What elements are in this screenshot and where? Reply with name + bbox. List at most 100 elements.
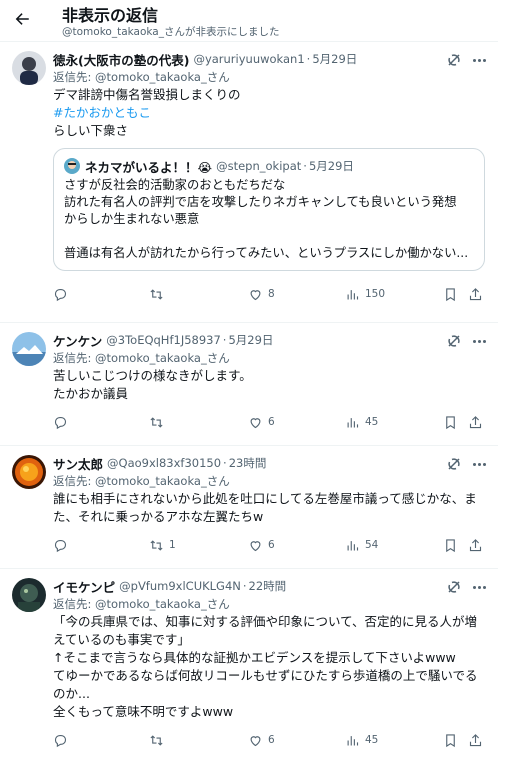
grok-icon[interactable]	[446, 579, 462, 595]
avatar[interactable]	[12, 51, 46, 85]
tweet-text-line: えているのも事実です」	[53, 632, 190, 647]
tweet-text-line: 誰にも相手にされないから此処を吐口にしてる左巻屋市議って感じかな、ま	[53, 491, 477, 506]
quote-date: 5月29日	[308, 159, 354, 173]
tweet[interactable]: イモケンピ @pVfum9xlCUKLG4N · 22時間 返信先: @tomo…	[0, 568, 498, 763]
views-icon	[347, 417, 359, 427]
retweet-button[interactable]	[149, 287, 169, 302]
avatar[interactable]	[12, 332, 46, 366]
quote-text-line: さすが反社会的活動家のおともだちだな	[64, 178, 286, 192]
heart-icon	[250, 417, 261, 428]
more-options-icon[interactable]	[470, 333, 488, 349]
views-icon	[347, 540, 359, 550]
author-handle[interactable]: @Qao9xl83xf30150	[107, 456, 221, 470]
tweet[interactable]: 徳永(大阪市の塾の代表) @yaruriyuuwokan1 · 5月29日 返信…	[0, 41, 498, 322]
quoted-tweet[interactable]: ネカマがいるよ！！😭 @stepn_okipat · 5月29日 さすが反社会的…	[53, 148, 485, 271]
reply-to-handle[interactable]: @tomoko_takaoka_さん	[95, 70, 230, 84]
bookmark-icon	[446, 538, 455, 552]
hashtag-link[interactable]: #たかおかともこ	[53, 104, 486, 122]
reply-button[interactable]	[53, 733, 73, 748]
retweet-icon	[150, 734, 163, 746]
share-icon	[469, 287, 482, 300]
grok-icon[interactable]	[446, 52, 462, 68]
like-count: 6	[268, 734, 275, 746]
tweet-text: デマ誹謗中傷名誉毀損しまくりの #たかおかともこ らしい下衆さ	[53, 86, 486, 140]
reply-to-label: 返信先:	[53, 474, 92, 488]
retweet-icon	[150, 288, 163, 300]
retweet-icon	[150, 539, 163, 551]
bookmark-icon	[446, 415, 455, 429]
views-button[interactable]: 150	[345, 287, 385, 302]
reply-button[interactable]	[53, 287, 73, 302]
hidden-replies-timeline: 徳永(大阪市の塾の代表) @yaruriyuuwokan1 · 5月29日 返信…	[0, 41, 498, 763]
author-name[interactable]: ケンケン	[53, 331, 102, 350]
author-handle[interactable]: @3ToEQqHf1J58937	[106, 333, 221, 347]
like-count: 8	[268, 288, 275, 300]
share-button[interactable]	[468, 415, 483, 430]
reply-button[interactable]	[53, 538, 73, 553]
reply-to-handle[interactable]: @tomoko_takaoka_さん	[95, 597, 230, 611]
like-button[interactable]: 6	[248, 415, 275, 430]
bookmark-button[interactable]	[443, 415, 458, 430]
more-options-icon[interactable]	[470, 579, 488, 595]
separator-dot: ·	[222, 333, 227, 347]
bookmark-button[interactable]	[443, 733, 458, 748]
separator-dot: ·	[303, 159, 307, 173]
share-button[interactable]	[468, 287, 483, 302]
tweet-date[interactable]: 5月29日	[312, 51, 357, 67]
quote-avatar	[64, 158, 80, 174]
tweet-text-line: らしい下衆さ	[53, 123, 129, 138]
views-button[interactable]: 54	[345, 538, 378, 553]
tweet-date[interactable]: 22時間	[249, 578, 287, 594]
views-button[interactable]: 45	[345, 733, 378, 748]
retweet-button[interactable]	[149, 415, 169, 430]
like-button[interactable]: 6	[248, 733, 275, 748]
reply-to-line: 返信先: @tomoko_takaoka_さん	[53, 68, 486, 86]
author-name[interactable]: イモケンピ	[53, 577, 115, 596]
bookmark-button[interactable]	[443, 287, 458, 302]
retweet-icon	[150, 416, 163, 428]
tweet-date[interactable]: 5月29日	[228, 332, 273, 348]
back-button[interactable]	[11, 8, 33, 30]
avatar[interactable]	[12, 578, 46, 612]
tweet-text: 誰にも相手にされないから此処を吐口にしてる左巻屋市議って感じかな、ま た、それに…	[53, 490, 486, 526]
share-button[interactable]	[468, 538, 483, 553]
retweet-button[interactable]: 1	[149, 538, 176, 553]
share-button[interactable]	[468, 733, 483, 748]
like-button[interactable]: 6	[248, 538, 275, 553]
quote-text-line: からしか生まれない悪意	[64, 212, 200, 226]
reply-icon	[54, 288, 67, 301]
quote-text-line: 訪れた有名人の評判で店を攻撃したりネガキャンしても良いという発想	[64, 195, 457, 209]
tweet-actions: 6 45	[53, 723, 486, 757]
grok-icon[interactable]	[446, 333, 462, 349]
view-count: 45	[365, 416, 379, 428]
tweet-text-line: のか...	[53, 686, 90, 701]
views-button[interactable]: 45	[345, 415, 378, 430]
reply-to-line: 返信先: @tomoko_takaoka_さん	[53, 472, 486, 490]
grok-icon[interactable]	[446, 456, 462, 472]
tweet[interactable]: サン太郎 @Qao9xl83xf30150 · 23時間 返信先: @tomok…	[0, 445, 498, 568]
like-count: 6	[268, 416, 275, 428]
tweet-text-line: 全くもって意味不明ですよwww	[53, 704, 234, 719]
more-options-icon[interactable]	[470, 52, 488, 68]
author-name[interactable]: 徳永(大阪市の塾の代表)	[53, 50, 189, 69]
retweet-button[interactable]	[149, 733, 169, 748]
tweet[interactable]: ケンケン @3ToEQqHf1J58937 · 5月29日 返信先: @tomo…	[0, 322, 498, 445]
view-count: 150	[365, 288, 386, 300]
reply-to-handle[interactable]: @tomoko_takaoka_さん	[95, 474, 230, 488]
author-handle[interactable]: @yaruriyuuwokan1	[193, 52, 304, 66]
author-name[interactable]: サン太郎	[53, 454, 103, 473]
back-arrow-icon	[15, 13, 29, 25]
reply-button[interactable]	[53, 415, 73, 430]
bookmark-button[interactable]	[443, 538, 458, 553]
reply-icon	[54, 539, 67, 552]
share-icon	[469, 415, 482, 428]
more-options-icon[interactable]	[470, 456, 488, 472]
tweet-text-line: た、それに乗っかるアホな左翼たちw	[53, 509, 264, 524]
avatar[interactable]	[12, 455, 46, 489]
tweet-date[interactable]: 23時間	[229, 455, 267, 471]
reply-to-line: 返信先: @tomoko_takaoka_さん	[53, 595, 486, 613]
reply-to-handle[interactable]: @tomoko_takaoka_さん	[95, 351, 230, 365]
author-handle[interactable]: @pVfum9xlCUKLG4N	[119, 579, 241, 593]
like-button[interactable]: 8	[248, 287, 275, 302]
view-count: 54	[365, 539, 379, 551]
